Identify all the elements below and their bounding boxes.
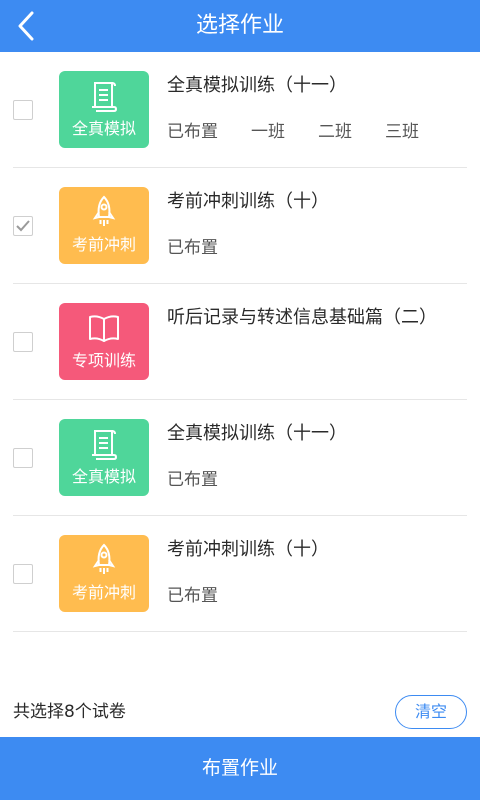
item-checkbox[interactable] <box>13 100 33 120</box>
item-title: 考前冲刺训练（十） <box>167 191 329 212</box>
item-title: 考前冲刺训练（十） <box>167 539 329 560</box>
scroll-icon <box>59 79 149 113</box>
class-tag: 三班 <box>385 122 419 142</box>
selected-count: 共选择8个试卷 <box>13 702 126 722</box>
selection-summary-bar: 共选择8个试卷 清空 <box>0 690 480 736</box>
clear-button[interactable]: 清空 <box>395 695 467 729</box>
check-icon <box>16 220 30 232</box>
open-book-icon <box>59 311 149 345</box>
header-bar: 选择作业 <box>0 0 480 52</box>
item-title: 全真模拟训练（十一） <box>167 423 347 444</box>
category-tile: 考前冲刺 <box>59 535 149 612</box>
category-tile: 考前冲刺 <box>59 187 149 264</box>
status-label: 已布置 <box>167 586 218 606</box>
page-title: 选择作业 <box>195 13 284 38</box>
homework-item[interactable]: 考前冲刺 考前冲刺训练（十） 已布置 <box>0 516 480 632</box>
homework-item[interactable]: 专项训练 听后记录与转述信息基础篇（二） <box>0 284 480 400</box>
item-title: 听后记录与转述信息基础篇（二） <box>167 307 437 328</box>
rocket-icon <box>59 195 149 229</box>
tile-label: 考前冲刺 <box>71 235 136 254</box>
status-label: 已布置 <box>167 122 218 142</box>
rocket-icon <box>59 543 149 577</box>
homework-list: 全真模拟 全真模拟训练（十一） 已布置 一班 二班 三班 考前冲刺 考前冲刺训练… <box>0 52 480 632</box>
item-meta: 已布置 <box>167 468 251 492</box>
item-meta: 已布置 一班 二班 三班 <box>167 120 452 144</box>
tile-label: 全真模拟 <box>71 119 136 138</box>
homework-item[interactable]: 全真模拟 全真模拟训练（十一） 已布置 一班 二班 三班 <box>0 52 480 168</box>
item-checkbox[interactable] <box>13 564 33 584</box>
category-tile: 专项训练 <box>59 303 149 380</box>
category-tile: 全真模拟 <box>59 71 149 148</box>
class-tag: 二班 <box>318 122 352 142</box>
item-checkbox[interactable] <box>13 332 33 352</box>
item-checkbox[interactable] <box>13 448 33 468</box>
assign-homework-button[interactable]: 布置作业 <box>0 737 480 800</box>
status-label: 已布置 <box>167 470 218 490</box>
scroll-icon <box>59 427 149 461</box>
homework-item[interactable]: 全真模拟 全真模拟训练（十一） 已布置 <box>0 400 480 516</box>
class-tag: 一班 <box>251 122 285 142</box>
status-label: 已布置 <box>167 238 218 258</box>
category-tile: 全真模拟 <box>59 419 149 496</box>
divider <box>13 631 467 632</box>
tile-label: 全真模拟 <box>71 467 136 486</box>
item-meta: 已布置 <box>167 236 251 260</box>
homework-item[interactable]: 考前冲刺 考前冲刺训练（十） 已布置 <box>0 168 480 284</box>
tile-label: 专项训练 <box>71 351 136 370</box>
item-title: 全真模拟训练（十一） <box>167 75 347 96</box>
tile-label: 考前冲刺 <box>71 583 136 602</box>
item-checkbox[interactable] <box>13 216 33 236</box>
item-meta: 已布置 <box>167 584 251 608</box>
